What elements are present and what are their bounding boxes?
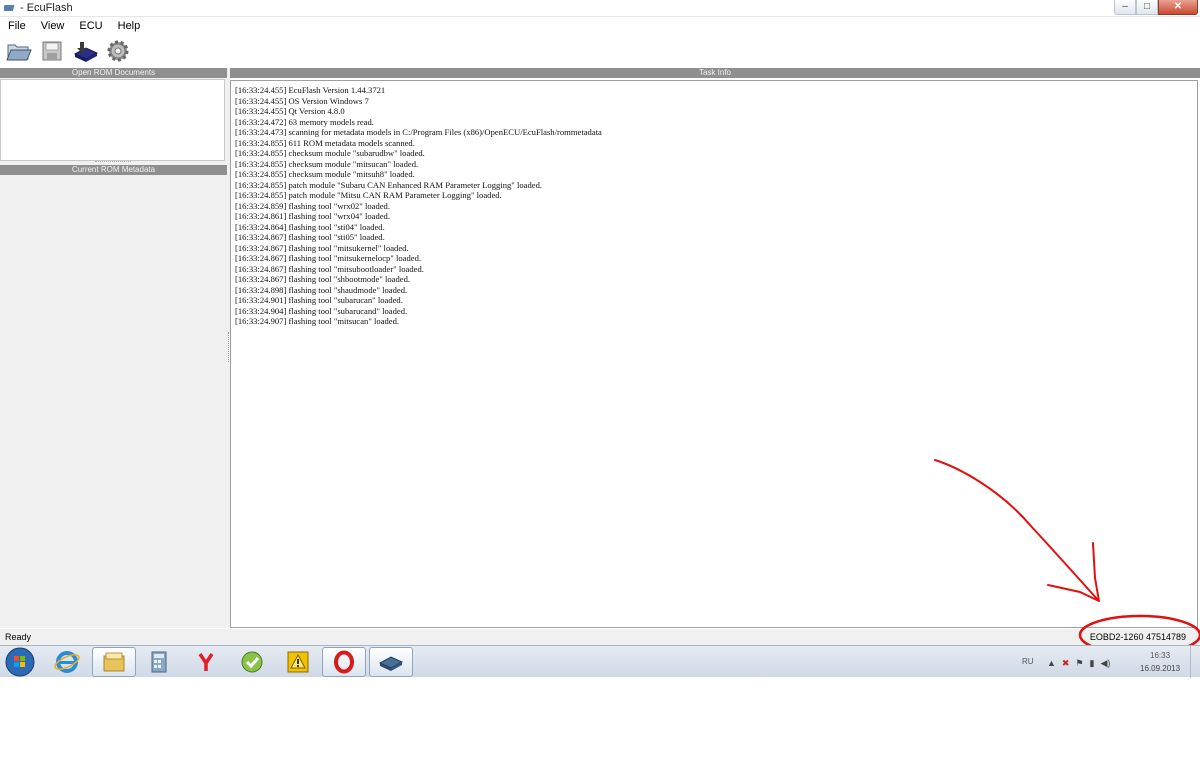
log-line: [16:33:24.901] flashing tool "subarucan"… <box>235 295 403 305</box>
taskbar-internet-explorer[interactable] <box>45 647 89 677</box>
current-rom-metadata-header: Current ROM Metadata <box>0 165 227 175</box>
ecuflash-app-icon <box>4 5 15 11</box>
window-controls: – □ ✕ <box>1114 0 1198 16</box>
internet-explorer-icon <box>54 651 80 673</box>
close-button[interactable]: ✕ <box>1158 0 1198 15</box>
menu-file[interactable]: File <box>0 18 33 34</box>
taskbar-green-app[interactable] <box>230 647 274 677</box>
log-line: [16:33:24.898] flashing tool "shaudmode"… <box>235 284 408 295</box>
screen: - EcuFlash – □ ✕ File View ECU Help Open… <box>0 0 1200 779</box>
language-indicator[interactable]: RU <box>1022 657 1034 666</box>
taskbar-ecuflash[interactable] <box>369 647 413 677</box>
open-rom-documents-header: Open ROM Documents <box>0 68 227 78</box>
maximize-button[interactable]: □ <box>1136 0 1158 15</box>
current-rom-metadata-panel: Current ROM Metadata <box>0 165 227 175</box>
open-rom-button[interactable] <box>4 36 34 66</box>
status-bar: Ready EOBD2-1260 47514789 <box>0 629 1200 645</box>
status-text: Ready <box>5 632 32 642</box>
calculator-icon <box>151 651 167 673</box>
log-line: [16:33:24.855] checksum module "subarudb… <box>235 148 425 158</box>
log-line: [16:33:24.867] flashing tool "mitsukerne… <box>235 242 409 253</box>
read-ecu-button[interactable] <box>70 36 100 66</box>
opera-icon <box>334 650 354 674</box>
log-line: [16:33:24.473] scanning for metadata mod… <box>235 127 602 137</box>
log-line: [16:33:24.855] patch module "Mitsu CAN R… <box>235 190 502 200</box>
taskbar-warning-app[interactable] <box>276 647 320 677</box>
menu-view[interactable]: View <box>33 18 72 34</box>
log-line: [16:33:24.867] flashing tool "mitsubootl… <box>235 263 424 274</box>
ecuflash-icon <box>378 656 404 671</box>
log-line: [16:33:24.864] flashing tool "sti04" loa… <box>235 221 385 232</box>
system-tray: RU ▲ ✖ ⚑ ▮ ◀) 16:33 16.09.2013 <box>1000 646 1200 678</box>
menu-ecu[interactable]: ECU <box>71 18 109 34</box>
device-info: EOBD2-1260 47514789 <box>1089 632 1186 642</box>
log-line: [16:33:24.455] EcuFlash Version 1.44.372… <box>235 85 386 95</box>
ecu-chip-icon <box>73 42 99 62</box>
log-line: [16:33:24.472] 63 memory models read. <box>235 116 374 127</box>
signal-icon[interactable]: ▮ <box>1090 658 1095 669</box>
menu-help[interactable]: Help <box>110 18 148 34</box>
show-hidden-icons-icon[interactable]: ▲ <box>1047 658 1056 669</box>
log-line: [16:33:24.859] flashing tool "wrx02" loa… <box>235 200 390 211</box>
left-panel: Open ROM Documents Current ROM Metadata <box>0 68 227 628</box>
left-panel-splitter[interactable] <box>95 161 131 164</box>
volume-icon[interactable]: ◀) <box>1101 658 1111 669</box>
start-button[interactable] <box>2 646 38 678</box>
log-line: [16:33:24.855] checksum module "mitsuh8"… <box>235 169 415 179</box>
title-bar: - EcuFlash – □ ✕ <box>0 0 1200 17</box>
show-desktop-button[interactable] <box>1190 646 1200 678</box>
log-line: [16:33:24.855] patch module "Subaru CAN … <box>235 179 543 190</box>
task-info-log[interactable]: [16:33:24.455] EcuFlash Version 1.44.372… <box>230 80 1198 628</box>
minimize-button[interactable]: – <box>1114 0 1136 15</box>
log-line: [16:33:24.455] OS Version Windows 7 <box>235 95 369 106</box>
splitter-grip <box>228 332 229 362</box>
settings-button[interactable] <box>103 36 133 66</box>
log-line: [16:33:24.455] Qt Version 4.8.0 <box>235 106 345 116</box>
log-line: [16:33:24.861] flashing tool "wrx04" loa… <box>235 211 390 221</box>
clock-date[interactable]: 16.09.2013 <box>1140 664 1180 673</box>
window-title: - EcuFlash <box>20 2 73 14</box>
log-line: [16:33:24.867] flashing tool "sti05" loa… <box>235 232 385 242</box>
tray-icons: ▲ ✖ ⚑ ▮ ◀) <box>1047 658 1110 669</box>
toolbar <box>0 35 1200 67</box>
network-error-icon[interactable]: ✖ <box>1062 658 1070 669</box>
log-line: [16:33:24.867] flashing tool "shbootmode… <box>235 274 411 284</box>
log-line: [16:33:24.867] flashing tool "mitsukerne… <box>235 253 422 263</box>
menu-bar: File View ECU Help <box>0 18 1200 34</box>
save-rom-button[interactable] <box>37 36 67 66</box>
taskbar-yandex-browser[interactable] <box>184 647 228 677</box>
task-info-header: Task Info <box>230 68 1200 78</box>
action-center-icon[interactable]: ⚑ <box>1075 658 1083 669</box>
windows-start-icon <box>5 647 35 677</box>
save-disk-icon <box>42 41 62 61</box>
open-rom-documents-panel: Open ROM Documents <box>0 68 227 161</box>
taskbar: RU ▲ ✖ ⚑ ▮ ◀) 16:33 16.09.2013 <box>0 645 1200 678</box>
taskbar-opera[interactable] <box>322 647 366 677</box>
clock-time[interactable]: 16:33 <box>1150 651 1170 660</box>
task-info-panel: Task Info [16:33:24.455] EcuFlash Versio… <box>230 68 1200 628</box>
yandex-browser-icon <box>198 653 214 671</box>
log-line: [16:33:24.907] flashing tool "mitsucan" … <box>235 316 400 326</box>
file-explorer-icon <box>103 652 125 672</box>
taskbar-file-explorer[interactable] <box>92 647 136 677</box>
open-rom-documents-list[interactable] <box>0 79 225 161</box>
taskbar-calculator[interactable] <box>137 647 181 677</box>
open-folder-icon <box>6 44 32 61</box>
log-line: [16:33:24.904] flashing tool "subarucand… <box>235 305 408 316</box>
warning-app-icon <box>287 651 309 673</box>
log-line: [16:33:24.855] checksum module "mitsucan… <box>235 158 419 169</box>
settings-gear-icon <box>107 40 129 62</box>
green-arrow-app-icon <box>241 651 263 673</box>
log-line: [16:33:24.855] 611 ROM metadata models s… <box>235 137 415 148</box>
